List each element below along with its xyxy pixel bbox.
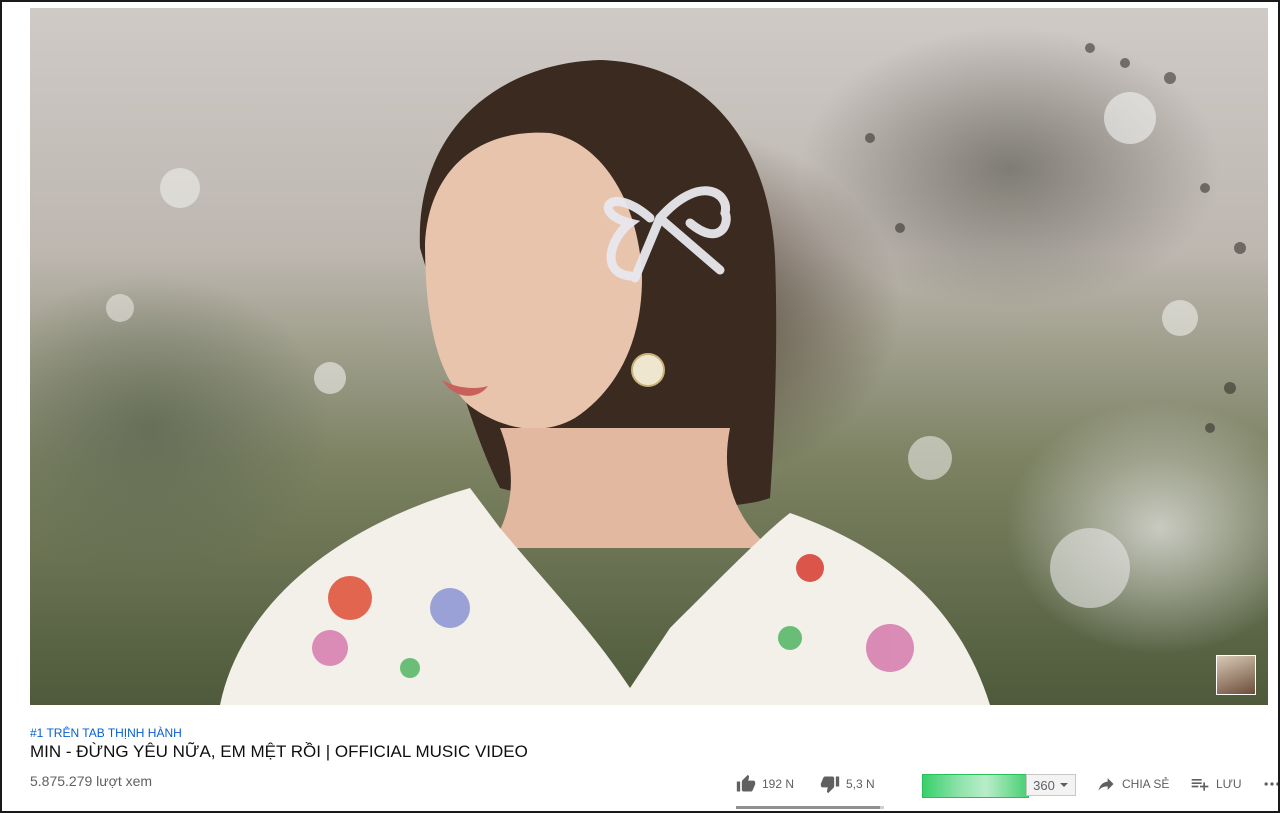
more-horiz-icon [1264, 782, 1278, 786]
dislike-button[interactable]: 5,3 N [820, 772, 875, 796]
chevron-down-icon [1059, 783, 1068, 787]
quality-progress-fill [923, 775, 1028, 797]
video-player[interactable] [30, 8, 1268, 705]
video-title: MIN - ĐỪNG YÊU NỮA, EM MỆT RỒI | OFFICIA… [30, 742, 528, 761]
share-arrow-icon [1098, 778, 1114, 791]
share-button[interactable]: CHIA SẺ [1096, 772, 1169, 796]
quality-progress-bar [922, 774, 1029, 798]
video-actions-bar: 192 N 5,3 N 360 CHIA SẺ LƯU [736, 772, 1278, 809]
quality-value: 360 [1033, 777, 1055, 793]
quality-select[interactable]: 360 [1026, 774, 1076, 796]
more-actions-button[interactable] [1260, 772, 1278, 796]
video-page-frame: #1 TRÊN TAB THỊNH HÀNH MIN - ĐỪNG YÊU NỮ… [0, 0, 1280, 813]
save-label: LƯU [1216, 777, 1242, 791]
video-info: #1 TRÊN TAB THỊNH HÀNH MIN - ĐỪNG YÊU NỮ… [30, 720, 1278, 810]
channel-watermark-avatar[interactable] [1216, 655, 1256, 695]
like-button[interactable]: 192 N [736, 772, 794, 796]
thumbs-down-icon [820, 776, 840, 794]
sentiment-bar-likes [736, 806, 880, 809]
thumbs-up-icon [736, 774, 756, 792]
video-frame-image [106, 43, 1246, 705]
share-label: CHIA SẺ [1122, 777, 1170, 791]
save-button[interactable]: LƯU [1190, 772, 1242, 796]
sentiment-bar [736, 806, 884, 809]
trending-badge-link[interactable]: #1 TRÊN TAB THỊNH HÀNH [30, 726, 182, 740]
view-count: 5.875.279 lượt xem [30, 773, 153, 789]
like-count: 192 N [762, 777, 795, 791]
playlist-add-icon [1191, 779, 1209, 791]
dislike-count: 5,3 N [846, 777, 875, 791]
